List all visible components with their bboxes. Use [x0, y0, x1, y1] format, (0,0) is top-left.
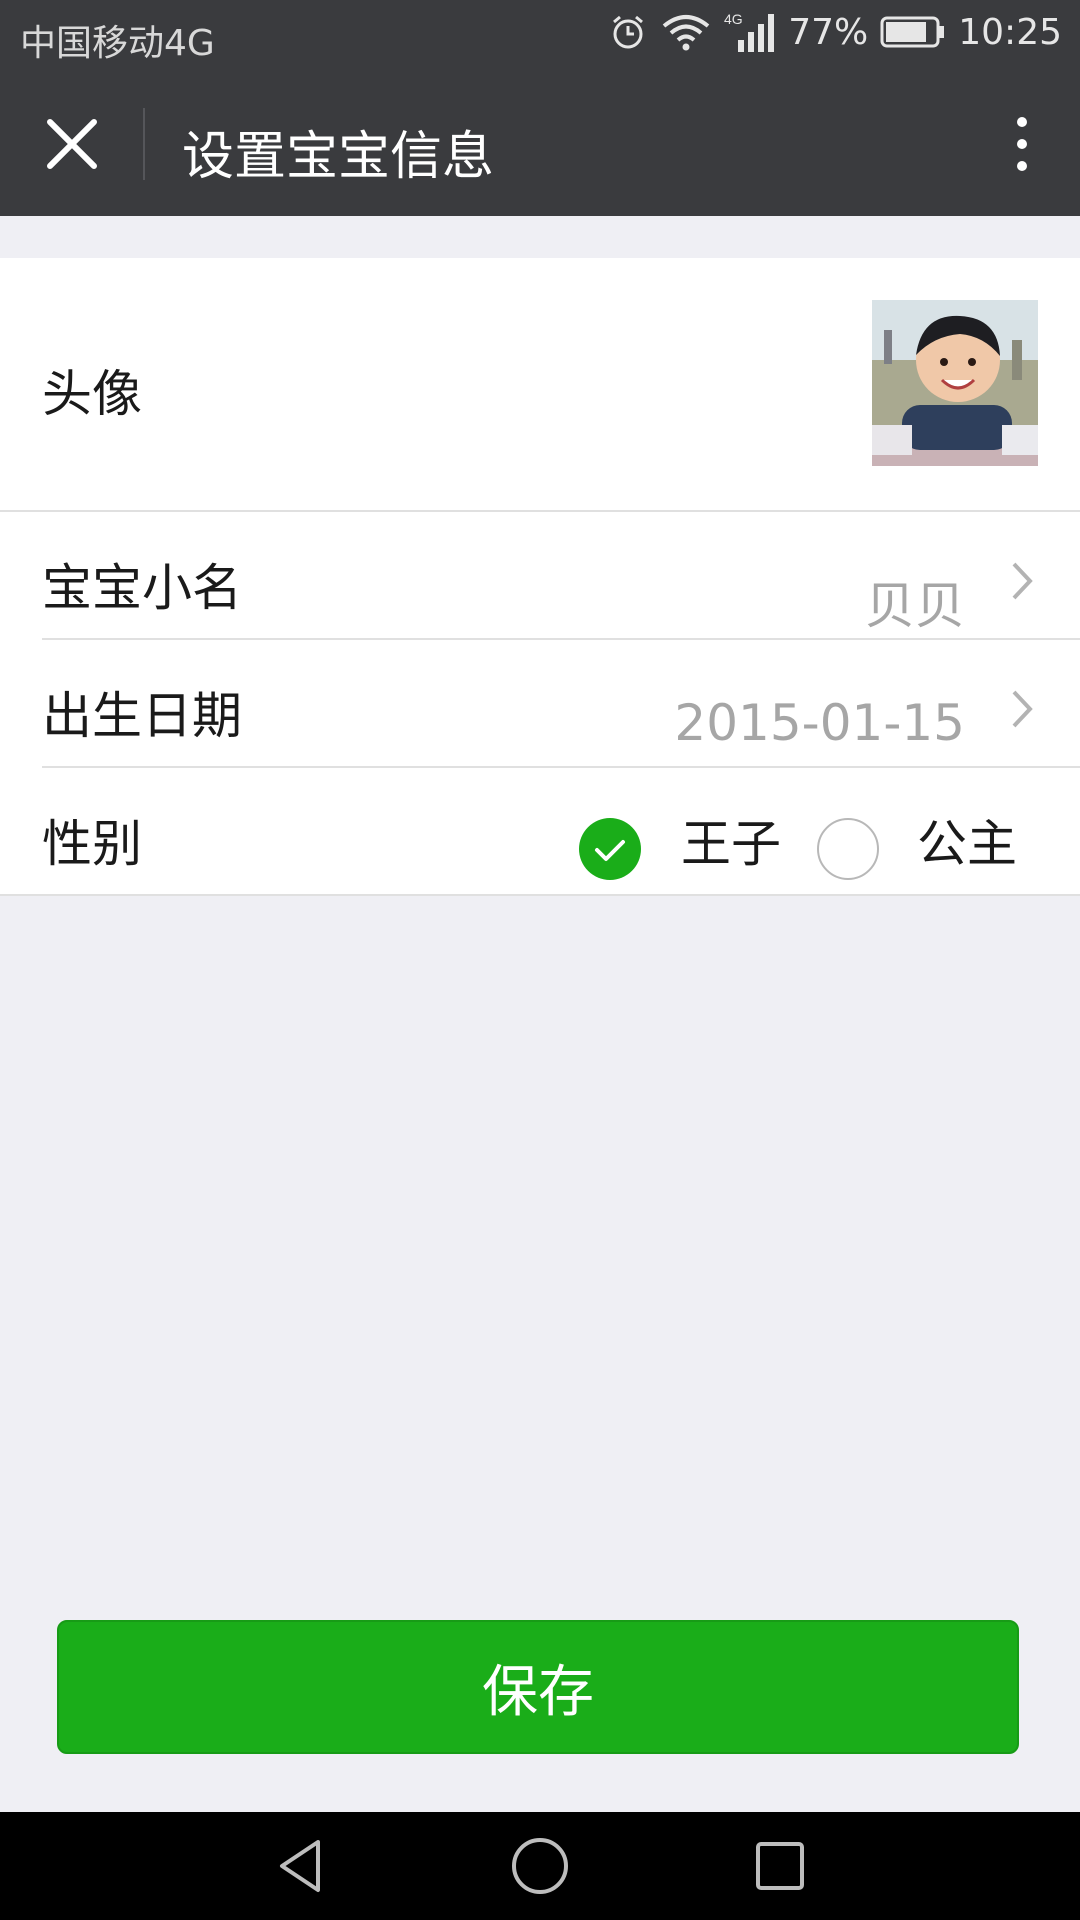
avatar-row[interactable]: 头像 [0, 258, 1080, 512]
nickname-label: 宝宝小名 [42, 559, 242, 617]
gender-option-prince[interactable]: 王子 [681, 804, 781, 876]
more-vertical-icon[interactable] [1004, 112, 1040, 176]
page-title: 设置宝宝信息 [182, 127, 495, 187]
avatar-label: 头像 [42, 365, 142, 423]
nickname-row[interactable]: 宝宝小名 贝贝 [0, 512, 1080, 640]
clock: 10:25 [958, 11, 1062, 53]
chevron-right-icon [1012, 690, 1033, 728]
birthdate-label: 出生日期 [42, 687, 242, 745]
baby-info-form: 头像 宝宝小名 贝贝 出生日期 2015-01-15 性别 王子 公主 [0, 258, 1080, 896]
back-icon[interactable] [270, 1836, 330, 1896]
navigation-bar: 设置宝宝信息 [0, 72, 1080, 216]
recents-icon[interactable] [750, 1836, 810, 1896]
close-icon[interactable] [40, 112, 104, 176]
cellular-signal-icon: 4G [724, 11, 775, 52]
gender-label: 性别 [42, 815, 142, 873]
avatar-image [872, 300, 1038, 466]
carrier-label: 中国移动4G [20, 23, 215, 64]
chevron-right-icon [1012, 562, 1033, 600]
battery-percent: 77% [788, 11, 869, 53]
status-bar: 中国移动4G 4G 77% 10:25 [0, 0, 1080, 72]
gender-radio-prince[interactable] [579, 818, 641, 880]
gender-radio-princess[interactable] [817, 818, 879, 880]
network-label: 4G [724, 11, 743, 27]
home-icon[interactable] [510, 1836, 570, 1896]
gender-option-princess[interactable]: 公主 [917, 804, 1017, 876]
checkmark-icon [595, 840, 625, 861]
system-nav-bar [0, 1812, 1080, 1920]
status-icons: 4G 77% 10:25 [608, 10, 1062, 54]
avatar[interactable] [872, 300, 1038, 466]
nav-divider [143, 108, 145, 180]
wifi-icon [662, 15, 710, 51]
birthdate-row[interactable]: 出生日期 2015-01-15 [0, 640, 1080, 768]
birthdate-value: 2015-01-15 [674, 694, 965, 752]
save-button[interactable]: 保存 [57, 1620, 1019, 1754]
nickname-value: 贝贝 [865, 577, 965, 635]
gender-row: 性别 王子 公主 [0, 768, 1080, 896]
battery-icon [880, 16, 945, 48]
alarm-icon [613, 15, 644, 49]
